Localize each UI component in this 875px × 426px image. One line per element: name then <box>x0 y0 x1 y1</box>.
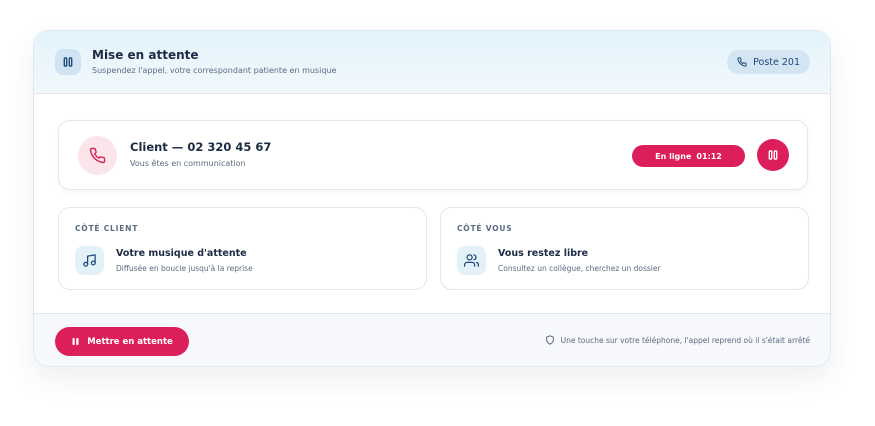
panel-description: Consultez un collègue, cherchez un dossi… <box>498 264 661 273</box>
call-timer: 01:12 <box>696 151 722 161</box>
extension-badge: Poste 201 <box>727 50 810 74</box>
pause-call-button[interactable] <box>757 139 789 171</box>
page-title: Mise en attente <box>92 48 199 62</box>
footer-note: Une touche sur votre téléphone, l'appel … <box>545 335 810 345</box>
extension-label: Poste 201 <box>753 56 800 68</box>
hold-button[interactable]: Mettre en attente <box>55 327 189 356</box>
hold-card: Mise en attente Suspendez l'appel, votre… <box>33 30 831 367</box>
card-header: Mise en attente Suspendez l'appel, votre… <box>34 31 830 94</box>
pause-icon <box>55 49 81 75</box>
panel-label: CÔTÉ VOUS <box>457 224 513 233</box>
phone-icon <box>737 57 747 67</box>
phone-icon <box>78 136 117 175</box>
shield-icon <box>545 335 555 345</box>
call-status-badge: En ligne 01:12 <box>632 145 745 167</box>
pause-icon <box>767 149 779 161</box>
active-call-card: Client — 02 320 45 67 Vous êtes en commu… <box>58 120 808 190</box>
panel-description: Diffusée en boucle jusqu'à la reprise <box>116 264 253 273</box>
music-note-icon <box>75 246 104 275</box>
status-label: En ligne <box>655 151 692 161</box>
agent-side-panel: CÔTÉ VOUS Vous restez libre Consultez un… <box>440 207 809 290</box>
pause-icon <box>71 337 80 346</box>
caller-title: Client — 02 320 45 67 <box>130 140 272 154</box>
footer-note-text: Une touche sur votre téléphone, l'appel … <box>560 335 810 345</box>
panel-title: Votre musique d'attente <box>116 248 247 259</box>
page-subtitle: Suspendez l'appel, votre correspondant p… <box>92 66 337 75</box>
hold-button-label: Mettre en attente <box>87 336 173 347</box>
panel-title: Vous restez libre <box>498 248 589 259</box>
client-side-panel: CÔTÉ CLIENT Votre musique d'attente Diff… <box>58 207 427 290</box>
call-status-text: Vous êtes en communication <box>130 159 246 168</box>
panel-label: CÔTÉ CLIENT <box>75 224 139 233</box>
card-footer: Mettre en attente Une touche sur votre t… <box>34 313 830 366</box>
users-icon <box>457 246 486 275</box>
